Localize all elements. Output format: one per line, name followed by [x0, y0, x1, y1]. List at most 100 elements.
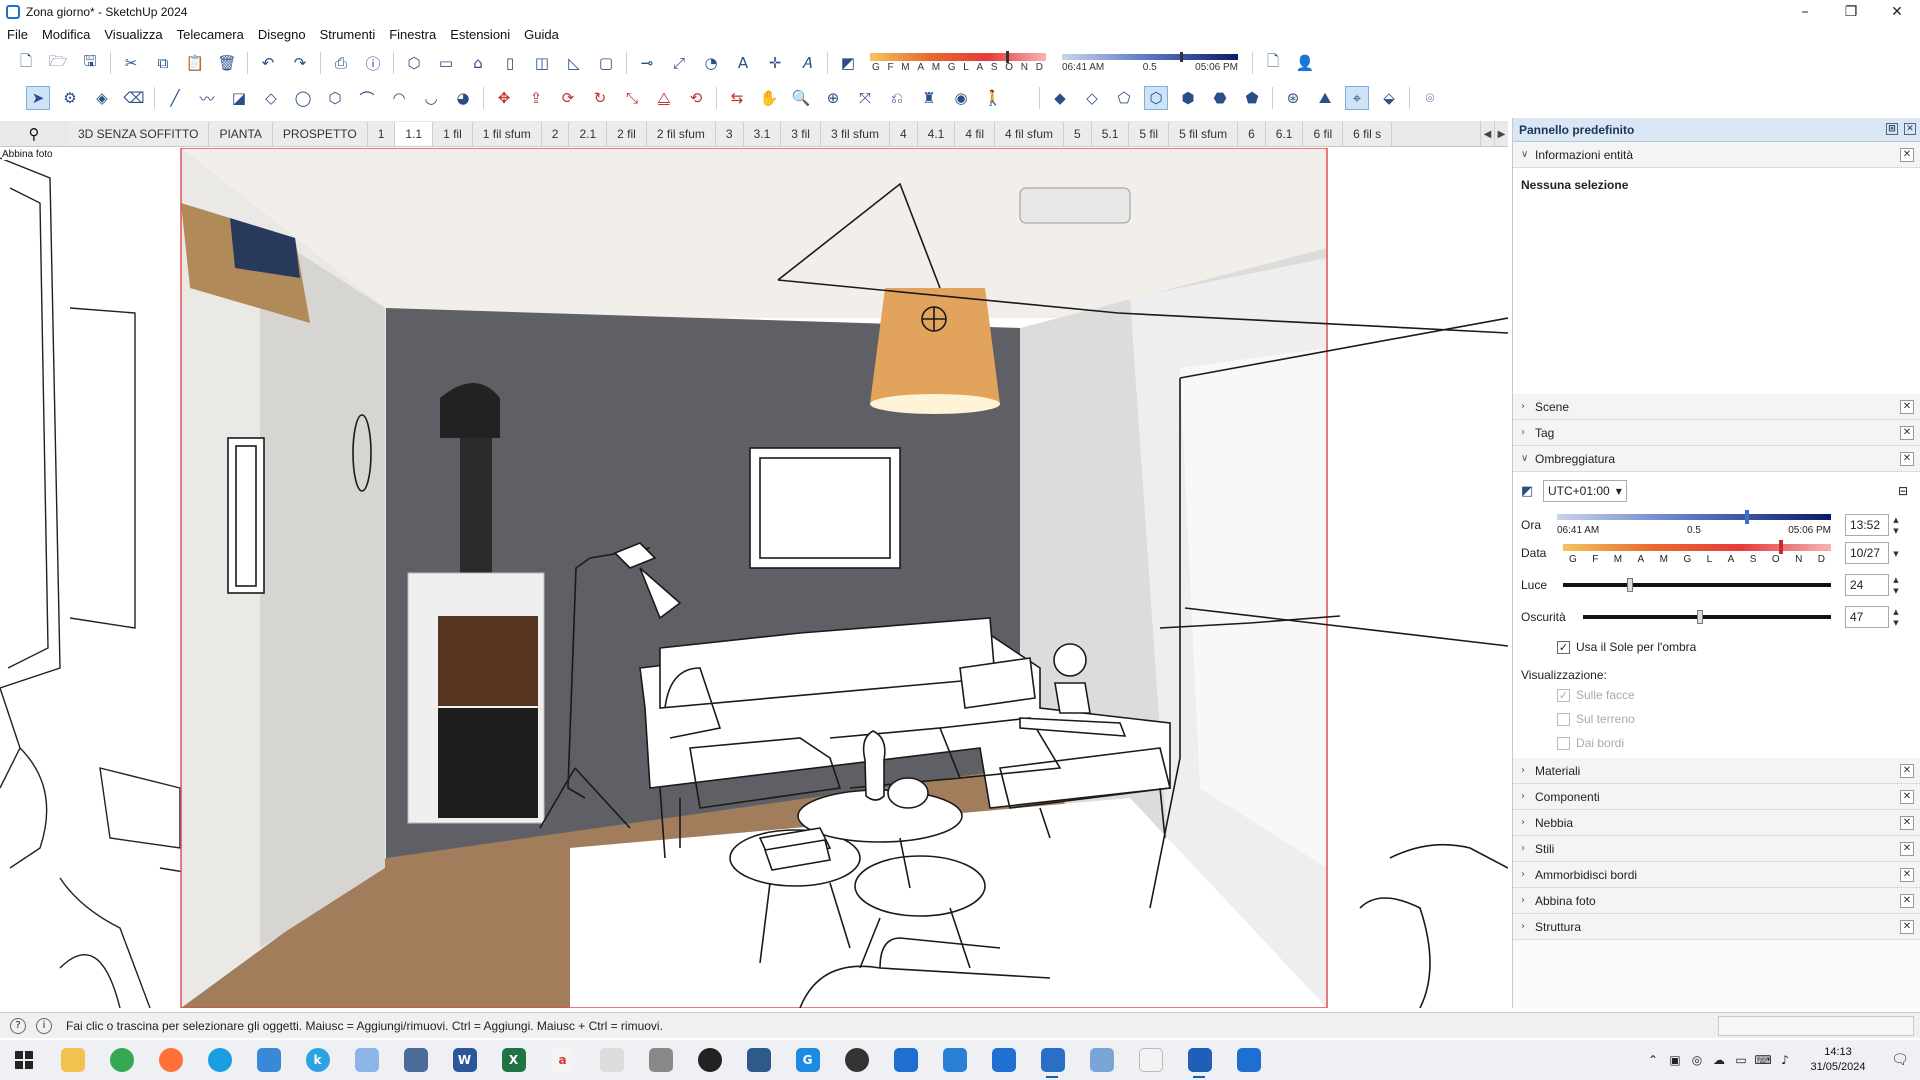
arc-3-icon[interactable]: ◡	[419, 86, 443, 110]
from-edges-row[interactable]: Dai bordi	[1557, 736, 1912, 750]
tab-scene[interactable]: 5	[1064, 121, 1092, 146]
top-view-icon[interactable]: ▭	[434, 51, 458, 75]
shadow-date-slider[interactable]: G F M A M G L A S O N D	[870, 51, 1046, 73]
flip-icon[interactable]: ⧋	[652, 86, 676, 110]
account-icon[interactable]: 👤	[1293, 51, 1317, 75]
tab-scene[interactable]: 2.1	[569, 121, 608, 146]
notification-icon[interactable]: 🗨	[1880, 1052, 1920, 1068]
close-icon[interactable]: ✕	[1900, 842, 1914, 856]
folder-app-icon[interactable]	[1077, 1040, 1126, 1080]
delete-icon[interactable]: 🗑	[215, 51, 239, 75]
undo-icon[interactable]: ↶	[256, 51, 280, 75]
tab-scene[interactable]: 3	[715, 121, 744, 146]
feather-app-icon[interactable]	[342, 1040, 391, 1080]
tray-battery-icon[interactable]: ▭	[1730, 1053, 1752, 1067]
push-pull-icon[interactable]: ⇪	[524, 86, 548, 110]
save-icon[interactable]: 🖫	[78, 51, 102, 75]
sketchup-viewer-icon[interactable]	[979, 1040, 1028, 1080]
zoom-icon[interactable]: 🔍	[789, 86, 813, 110]
tab-scene[interactable]: 2 fil sfum	[646, 121, 716, 146]
section-plane-icon[interactable]: ⇆	[725, 86, 749, 110]
tab-scene[interactable]: 6.1	[1265, 121, 1304, 146]
redo-icon[interactable]: ↷	[288, 51, 312, 75]
tab-scene[interactable]: 4 fil	[955, 121, 996, 146]
date-slider-knob[interactable]	[1779, 540, 1783, 554]
close-icon[interactable]: ✕	[1900, 816, 1914, 830]
spinner-arrows-icon[interactable]: ▲ ▼	[1890, 607, 1902, 629]
section-outliner[interactable]: › Struttura ✕	[1513, 914, 1920, 940]
shaded-icon[interactable]: ⬢	[1176, 86, 1200, 110]
3d-text-icon[interactable]: 𝐴	[795, 51, 819, 75]
calendar-dropdown-icon[interactable]: ▼	[1890, 543, 1902, 565]
tab-scene[interactable]: 5 fil sfum	[1169, 121, 1239, 146]
spinner-arrows-icon[interactable]: ▲ ▼	[1890, 575, 1902, 597]
shadow-time-slider[interactable]: 06:41 AM 0.5 05:06 PM	[1062, 51, 1238, 73]
on-ground-checkbox[interactable]	[1557, 712, 1570, 726]
date-slider[interactable]: G F M A M G L A S O N D	[1563, 540, 1831, 566]
spinner-arrows-icon[interactable]: ▲ ▼	[1890, 515, 1902, 537]
word-icon[interactable]: W	[440, 1040, 489, 1080]
pan-icon[interactable]: ✋	[757, 86, 781, 110]
time-slider[interactable]: 06:41 AM 0.5 05:06 PM	[1557, 510, 1831, 540]
shadow-toggle-icon[interactable]: ◩	[1521, 484, 1543, 499]
taskbar-clock[interactable]: 14:13 31/05/2024	[1796, 1045, 1880, 1075]
k-app-icon[interactable]: k	[293, 1040, 342, 1080]
back-edges-icon[interactable]: ◇	[1080, 86, 1104, 110]
camera-app-icon[interactable]	[832, 1040, 881, 1080]
light-slider-knob[interactable]	[1627, 578, 1633, 592]
section-fog[interactable]: › Nebbia ✕	[1513, 810, 1920, 836]
cut-icon[interactable]: ✂	[119, 51, 143, 75]
freehand-icon[interactable]: 〰	[195, 86, 219, 110]
close-icon[interactable]: ✕	[1900, 452, 1914, 466]
tray-network-icon[interactable]: ⌨	[1752, 1053, 1774, 1067]
dark-input[interactable]: 47 ▲ ▼	[1845, 606, 1899, 628]
hidden-line-icon[interactable]: ⬡	[1144, 86, 1168, 110]
paste-icon[interactable]: 📋	[183, 51, 207, 75]
arc-2-icon[interactable]: ◠	[387, 86, 411, 110]
tab-scene[interactable]: 3 fil sfum	[820, 121, 890, 146]
close-icon[interactable]: ✕	[1900, 400, 1914, 414]
dark-slider[interactable]	[1583, 610, 1831, 624]
protractor-icon[interactable]: ◔	[699, 51, 723, 75]
document-app-icon[interactable]	[1126, 1040, 1175, 1080]
tray-cloud-icon[interactable]: ☁	[1708, 1053, 1730, 1067]
layout-icon[interactable]: 🗋	[1261, 51, 1285, 75]
monitor-app-icon[interactable]	[587, 1040, 636, 1080]
text-icon[interactable]: A	[731, 51, 755, 75]
calculator-icon[interactable]	[391, 1040, 440, 1080]
tab-scene[interactable]: 5 fil	[1129, 121, 1170, 146]
scale-icon[interactable]: ⤡	[620, 86, 644, 110]
chrome-icon[interactable]	[97, 1040, 146, 1080]
polygon-icon[interactable]: ⬡	[323, 86, 347, 110]
menu-visualizza[interactable]: Visualizza	[97, 27, 169, 42]
stacked-app-icon[interactable]	[1028, 1040, 1077, 1080]
paint-bucket-icon[interactable]: ◈	[90, 86, 114, 110]
arc-icon[interactable]: ⌒	[355, 86, 379, 110]
tray-chevron-up-icon[interactable]: ⌃	[1642, 1053, 1664, 1067]
zoom-extents-icon[interactable]: ⤧	[853, 86, 877, 110]
rotate-icon[interactable]: ⟳	[556, 86, 580, 110]
tray-app-icon[interactable]: ▣	[1664, 1053, 1686, 1067]
tab-scroll-left-icon[interactable]: ◀	[1480, 121, 1494, 146]
tab-scene-active[interactable]: 1.1	[395, 121, 434, 146]
tab-scene[interactable]: 3D SENZA SOFFITTO	[68, 121, 210, 146]
tab-scene[interactable]: 4	[889, 121, 918, 146]
acrobat-icon[interactable]: a	[538, 1040, 587, 1080]
copy-icon[interactable]: ⧉	[151, 51, 175, 75]
xray-icon[interactable]: ◆	[1048, 86, 1072, 110]
light-slider[interactable]	[1563, 578, 1831, 592]
component-icon[interactable]: ⚙	[58, 86, 82, 110]
from-edges-checkbox[interactable]	[1557, 736, 1570, 750]
print-icon[interactable]: ⎙	[329, 51, 353, 75]
menu-guida[interactable]: Guida	[517, 27, 566, 42]
monochrome-icon[interactable]: ⬟	[1240, 86, 1264, 110]
geo-status-icon[interactable]: ?	[10, 1017, 26, 1034]
offset-icon[interactable]: ⟲	[684, 86, 708, 110]
tray-volume-icon[interactable]: ♪	[1774, 1053, 1796, 1067]
firefox-icon[interactable]	[146, 1040, 195, 1080]
dimension-icon[interactable]: ⤢	[667, 51, 691, 75]
menu-strumenti[interactable]: Strumenti	[313, 27, 383, 42]
walk-icon[interactable]: 🚶	[981, 86, 1005, 110]
orbit-icon[interactable]: ⊛	[1281, 86, 1305, 110]
line-tool-icon[interactable]: ╱	[163, 86, 187, 110]
